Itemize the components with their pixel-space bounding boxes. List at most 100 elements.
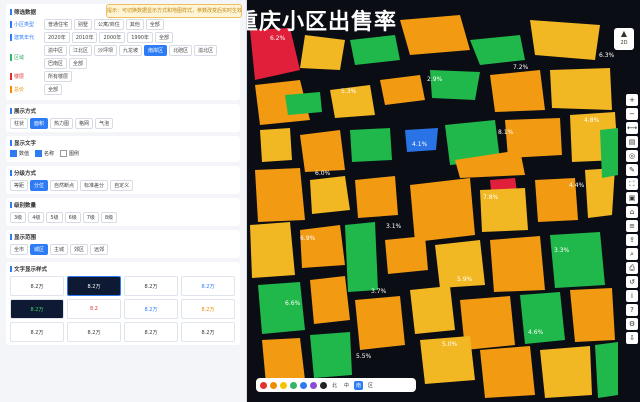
color-swatch[interactable]: [280, 381, 287, 389]
filter-option[interactable]: 2000年: [99, 32, 126, 43]
community-block[interactable]: [380, 75, 425, 105]
community-block[interactable]: [250, 222, 295, 278]
community-block[interactable]: [480, 346, 535, 398]
label-checkbox[interactable]: 名称: [35, 150, 54, 157]
community-block[interactable]: [385, 236, 428, 274]
print-icon[interactable]: ⎙: [626, 262, 638, 274]
style-card[interactable]: 8.2万: [124, 276, 178, 296]
community-block[interactable]: [540, 346, 592, 398]
filter-option[interactable]: 渝北区: [194, 45, 218, 56]
display-option[interactable]: 柱状: [10, 118, 29, 129]
community-block[interactable]: [405, 128, 438, 152]
style-card[interactable]: 8.2: [67, 299, 121, 319]
community-block[interactable]: [400, 15, 470, 55]
filter-option[interactable]: 沙坪坝: [94, 45, 118, 56]
community-block[interactable]: [310, 176, 350, 214]
community-block[interactable]: [570, 288, 615, 342]
community-block[interactable]: [600, 128, 618, 178]
layer-icon[interactable]: ▤: [626, 136, 638, 148]
filter-option[interactable]: 渝中区: [44, 45, 68, 56]
community-block[interactable]: [410, 178, 475, 242]
style-card[interactable]: 8.2万: [10, 276, 64, 296]
display-option[interactable]: 气泡: [95, 118, 114, 129]
filter-option[interactable]: 全部: [44, 84, 63, 95]
camera-icon[interactable]: ▣: [626, 192, 638, 204]
community-block[interactable]: [260, 128, 292, 162]
community-block[interactable]: [300, 130, 345, 172]
cluster-option[interactable]: 等距: [10, 180, 29, 191]
filter-option[interactable]: 公寓/商住: [94, 19, 124, 30]
community-block[interactable]: [430, 70, 480, 100]
draw-icon[interactable]: ✎: [626, 164, 638, 176]
color-swatch[interactable]: [260, 381, 267, 389]
legend-icon[interactable]: ≡: [626, 220, 638, 232]
community-block[interactable]: [595, 342, 618, 398]
filter-option[interactable]: 全部: [145, 19, 164, 30]
community-block[interactable]: [355, 296, 405, 350]
range-option[interactable]: 城区: [30, 244, 49, 255]
reset-icon[interactable]: ↺: [626, 276, 638, 288]
checkbox-box[interactable]: [60, 150, 68, 157]
fullscreen-icon[interactable]: ⛶: [626, 178, 638, 190]
community-block[interactable]: [490, 70, 545, 112]
checkbox-box[interactable]: [35, 150, 43, 157]
community-block[interactable]: [470, 35, 525, 65]
community-block[interactable]: [345, 222, 378, 292]
color-swatch[interactable]: [320, 381, 327, 389]
style-card[interactable]: 8.2万: [181, 276, 235, 296]
export-icon[interactable]: ⇩: [626, 332, 638, 344]
filter-option[interactable]: 巴南区: [44, 58, 68, 69]
level-option[interactable]: 8级: [100, 212, 118, 223]
compass-control[interactable]: ▲ 2D: [614, 28, 634, 50]
cluster-option[interactable]: 分位: [30, 180, 49, 191]
filter-option[interactable]: 2010年: [71, 32, 98, 43]
zoom-icon[interactable]: ⌕: [626, 248, 638, 260]
filter-option[interactable]: 其他: [125, 19, 144, 30]
style-card[interactable]: 8.2万: [10, 322, 64, 342]
label-checkbox[interactable]: 图例: [60, 150, 79, 157]
community-block[interactable]: [550, 68, 612, 110]
community-block[interactable]: [350, 35, 400, 65]
community-block[interactable]: [310, 332, 352, 378]
filter-option[interactable]: 1990年: [127, 32, 153, 43]
style-card[interactable]: 8.2万: [67, 276, 121, 296]
community-block[interactable]: [300, 225, 345, 268]
filter-option[interactable]: 南岸区: [144, 45, 168, 56]
home-icon[interactable]: ⌂: [626, 206, 638, 218]
filter-option[interactable]: 北碚区: [169, 45, 193, 56]
level-option[interactable]: 3级: [10, 212, 27, 223]
style-card[interactable]: 8.2万: [67, 322, 121, 342]
style-card[interactable]: 8.2万: [124, 299, 178, 319]
range-option[interactable]: 全市: [10, 244, 29, 255]
community-block[interactable]: [310, 276, 350, 324]
style-card[interactable]: 8.2万: [181, 322, 235, 342]
community-block[interactable]: [530, 20, 600, 60]
level-option[interactable]: 5级: [46, 212, 63, 223]
settings-icon[interactable]: ⚙: [626, 318, 638, 330]
cluster-option[interactable]: 自然断点: [50, 180, 79, 191]
bottom-button[interactable]: 中: [342, 381, 351, 390]
display-option[interactable]: 热力图: [50, 118, 74, 129]
cluster-option[interactable]: 标准差分: [80, 180, 109, 191]
level-option[interactable]: 6级: [64, 212, 81, 223]
community-block[interactable]: [285, 92, 322, 115]
style-card[interactable]: 8.2万: [10, 299, 64, 319]
bottom-button[interactable]: 区: [366, 381, 375, 390]
style-card[interactable]: 8.2万: [124, 322, 178, 342]
filter-option[interactable]: 九龙坡: [119, 45, 143, 56]
display-option[interactable]: 格网: [75, 118, 94, 129]
share-icon[interactable]: ⇪: [626, 234, 638, 246]
help-icon[interactable]: ?: [626, 304, 638, 316]
community-block[interactable]: [255, 168, 305, 222]
color-swatch[interactable]: [300, 381, 307, 389]
community-block[interactable]: [300, 35, 345, 70]
filter-option[interactable]: 所有楼层: [44, 71, 73, 82]
info-icon[interactable]: i: [626, 290, 638, 302]
filter-option[interactable]: 江北区: [69, 45, 93, 56]
community-block[interactable]: [550, 232, 605, 288]
community-block[interactable]: [258, 282, 305, 334]
minus-icon[interactable]: −: [626, 108, 638, 120]
community-block[interactable]: [350, 128, 392, 162]
community-block[interactable]: [490, 236, 545, 292]
plus-icon[interactable]: +: [626, 94, 638, 106]
